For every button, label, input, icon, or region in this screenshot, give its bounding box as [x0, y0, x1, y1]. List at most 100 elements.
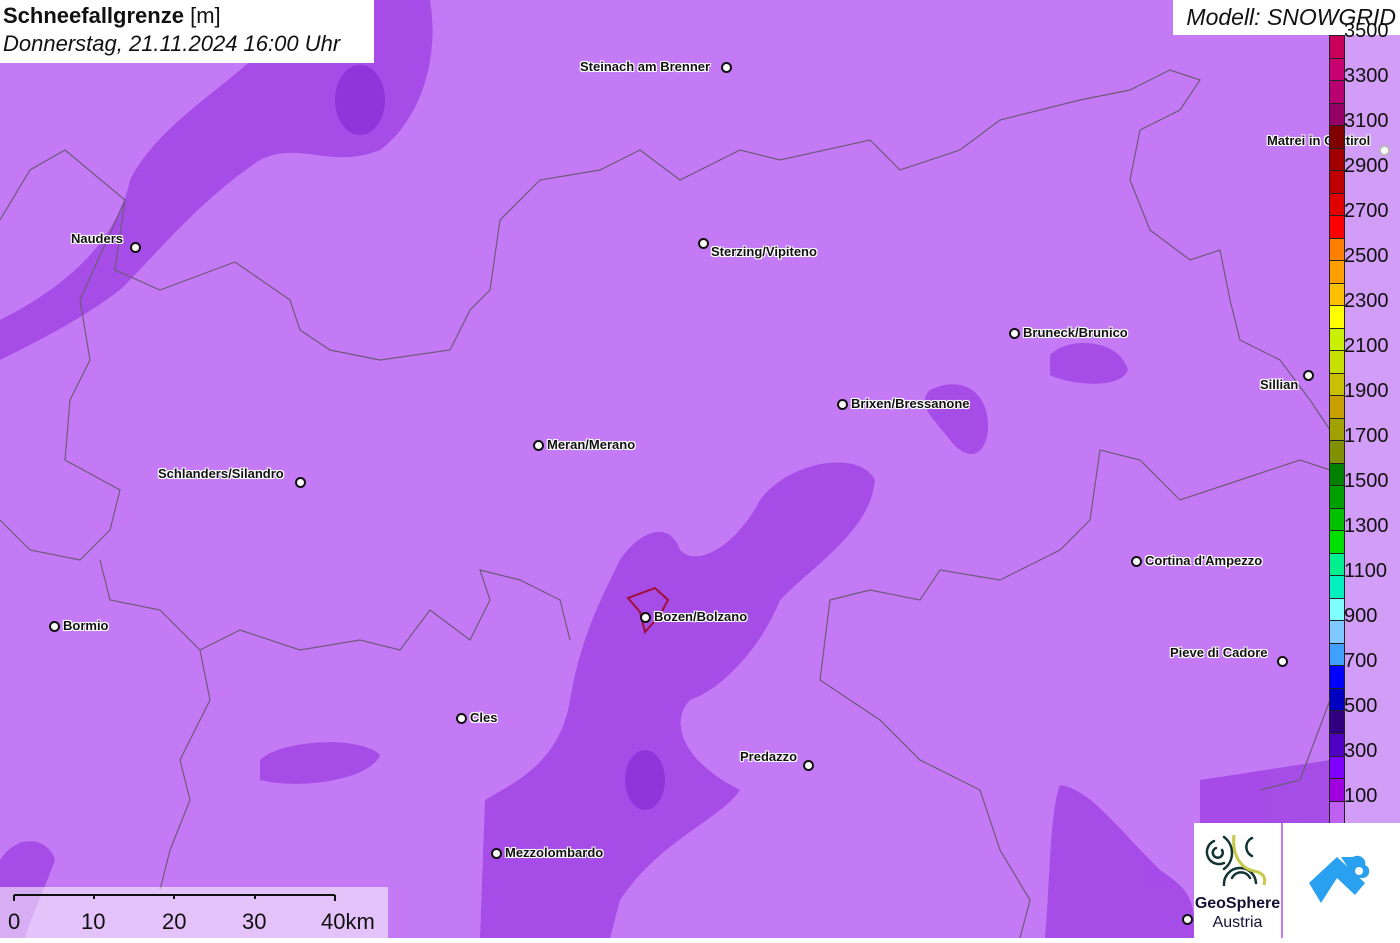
legend-tick-label: 2300: [1344, 290, 1389, 313]
legend-swatch: [1330, 688, 1344, 712]
low-snowline-zone: [1050, 343, 1128, 384]
legend-swatch: [1330, 801, 1344, 825]
legend-swatch: [1330, 621, 1344, 644]
geosphere-text: GeoSphere: [1194, 895, 1281, 912]
legend-swatch: [1330, 283, 1344, 307]
austria-text: Austria: [1212, 914, 1263, 931]
low-snowline-zone: [1200, 760, 1330, 823]
city-label: Nauders: [71, 231, 124, 246]
city-label: Cles: [470, 710, 498, 725]
legend-swatch: [1330, 171, 1344, 194]
scale-label: 40km: [321, 909, 375, 934]
roof-cloud-icon: [1309, 855, 1370, 903]
low-snowline-zone: [1045, 785, 1195, 938]
legend-swatch: [1330, 553, 1344, 577]
city-marker[interactable]: [640, 612, 651, 623]
parameter-unit: [m]: [190, 3, 221, 28]
legend-swatch: [1330, 126, 1344, 149]
legend-swatch: [1330, 396, 1344, 419]
legend-swatch: [1330, 643, 1344, 667]
scale-label: 0: [8, 909, 21, 934]
legend-swatch: [1330, 36, 1344, 59]
city-marker[interactable]: [130, 242, 141, 253]
scale-bar: 0 10 20 30 40km: [0, 887, 388, 938]
city-marker[interactable]: [1131, 556, 1142, 567]
legend-swatch: [1330, 261, 1344, 284]
city-marker[interactable]: [533, 440, 544, 451]
city-label: Bozen/Bolzano: [654, 609, 748, 624]
city-marker[interactable]: [698, 238, 709, 249]
city-label: Mezzolombardo: [505, 845, 604, 860]
city-marker[interactable]: [491, 848, 502, 859]
legend-swatch: [1330, 418, 1344, 442]
legend-tick-label: 1700: [1344, 425, 1389, 448]
geosphere-logo[interactable]: GeoSphere Austria: [1194, 823, 1281, 938]
city-label: Matrei in Osttirol: [1267, 133, 1371, 148]
legend-swatch: [1330, 328, 1344, 352]
color-legend: [1329, 35, 1345, 825]
city-marker[interactable]: [49, 621, 60, 632]
lowest-snowline-zone: [335, 65, 385, 135]
legend-swatch: [1330, 81, 1344, 104]
legend-tick-label: 1300: [1344, 515, 1389, 538]
legend-tick-label: 2100: [1344, 335, 1389, 358]
map-title: Schneefallgrenze [m] Donnerstag, 21.11.2…: [0, 0, 374, 63]
legend-swatch: [1330, 306, 1344, 329]
lowest-snowline-zone: [625, 750, 665, 810]
legend-tick-label: 2700: [1344, 200, 1389, 223]
legend-tick-label: 500: [1344, 695, 1378, 718]
legend-tick-label: 3500: [1344, 20, 1389, 42]
legend-swatch: [1330, 779, 1344, 802]
legend-swatch: [1330, 733, 1344, 757]
legend-swatch: [1330, 148, 1344, 172]
legend-tick-label: 1900: [1344, 380, 1389, 403]
city-label: Steinach am Brenner: [580, 59, 711, 74]
geosphere-emblem-icon: [1205, 834, 1267, 887]
city-label: Meran/Merano: [547, 437, 636, 452]
legend-swatch: [1330, 58, 1344, 82]
legend-tick-label: 3300: [1344, 65, 1389, 88]
legend-swatch: [1330, 486, 1344, 509]
legend-swatch: [1330, 576, 1344, 599]
legend-swatch: [1330, 216, 1344, 239]
legend-tick-label: 2900: [1344, 155, 1389, 178]
legend-tick-label: 3100: [1344, 110, 1389, 133]
legend-tick-label: 900: [1344, 605, 1378, 628]
parameter-name: Schneefallgrenze: [3, 3, 184, 28]
city-marker[interactable]: [1182, 914, 1193, 925]
city-marker[interactable]: [837, 399, 848, 410]
app-logo[interactable]: [1283, 823, 1400, 938]
city-marker[interactable]: [456, 713, 467, 724]
city-label: Bruneck/Brunico: [1023, 325, 1128, 340]
low-snowline-zone: [480, 462, 875, 938]
city-marker[interactable]: [1009, 328, 1020, 339]
low-snowline-zone: [924, 384, 989, 454]
city-marker[interactable]: [721, 62, 732, 73]
scale-label: 20: [162, 909, 187, 934]
legend-swatch: [1330, 373, 1344, 397]
map[interactable]: Schneefallgrenze [m] Donnerstag, 21.11.2…: [0, 0, 1400, 938]
city-label: Predazzo: [740, 749, 798, 764]
city-marker[interactable]: [1277, 656, 1288, 667]
legend-swatch: [1330, 666, 1344, 689]
legend-tick-label: 300: [1344, 740, 1378, 763]
city-label: Schlanders/Silandro: [158, 466, 284, 481]
legend-tick-label: 100: [1344, 785, 1378, 808]
legend-swatch: [1330, 463, 1344, 487]
legend-swatch: [1330, 598, 1344, 622]
city-label: Cortina d'Ampezzo: [1145, 553, 1263, 568]
city-marker[interactable]: [1303, 370, 1314, 381]
legend-tick-label: 700: [1344, 650, 1378, 673]
city-label: Pieve di Cadore: [1170, 645, 1268, 660]
legend-swatch: [1330, 103, 1344, 127]
city-marker[interactable]: [295, 477, 306, 488]
low-snowline-zone: [260, 742, 380, 784]
city-label: Brixen/Bressanone: [851, 396, 970, 411]
legend-swatch: [1330, 756, 1344, 780]
legend-swatch: [1330, 711, 1344, 734]
scale-label: 30: [242, 909, 267, 934]
datetime: Donnerstag, 21.11.2024 16:00 Uhr: [3, 31, 341, 56]
legend-swatch: [1330, 441, 1344, 464]
city-marker[interactable]: [803, 760, 814, 771]
city-label: Sillian: [1260, 377, 1299, 392]
